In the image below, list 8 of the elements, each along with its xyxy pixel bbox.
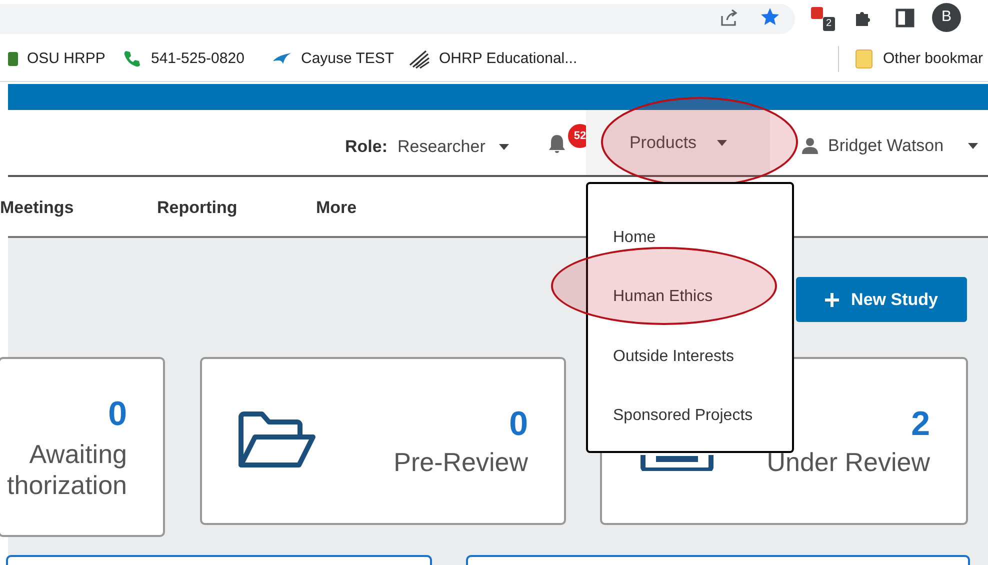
status-count: 2 — [911, 407, 930, 441]
status-label: Under Review — [766, 447, 930, 478]
role-label: Role: — [345, 136, 388, 158]
status-label: Pre-Review — [394, 447, 528, 478]
status-count: 0 — [108, 397, 127, 431]
extension-badge: 2 — [823, 17, 835, 31]
status-count: 0 — [509, 407, 528, 441]
status-label: Awaiting thorization — [6, 439, 127, 501]
